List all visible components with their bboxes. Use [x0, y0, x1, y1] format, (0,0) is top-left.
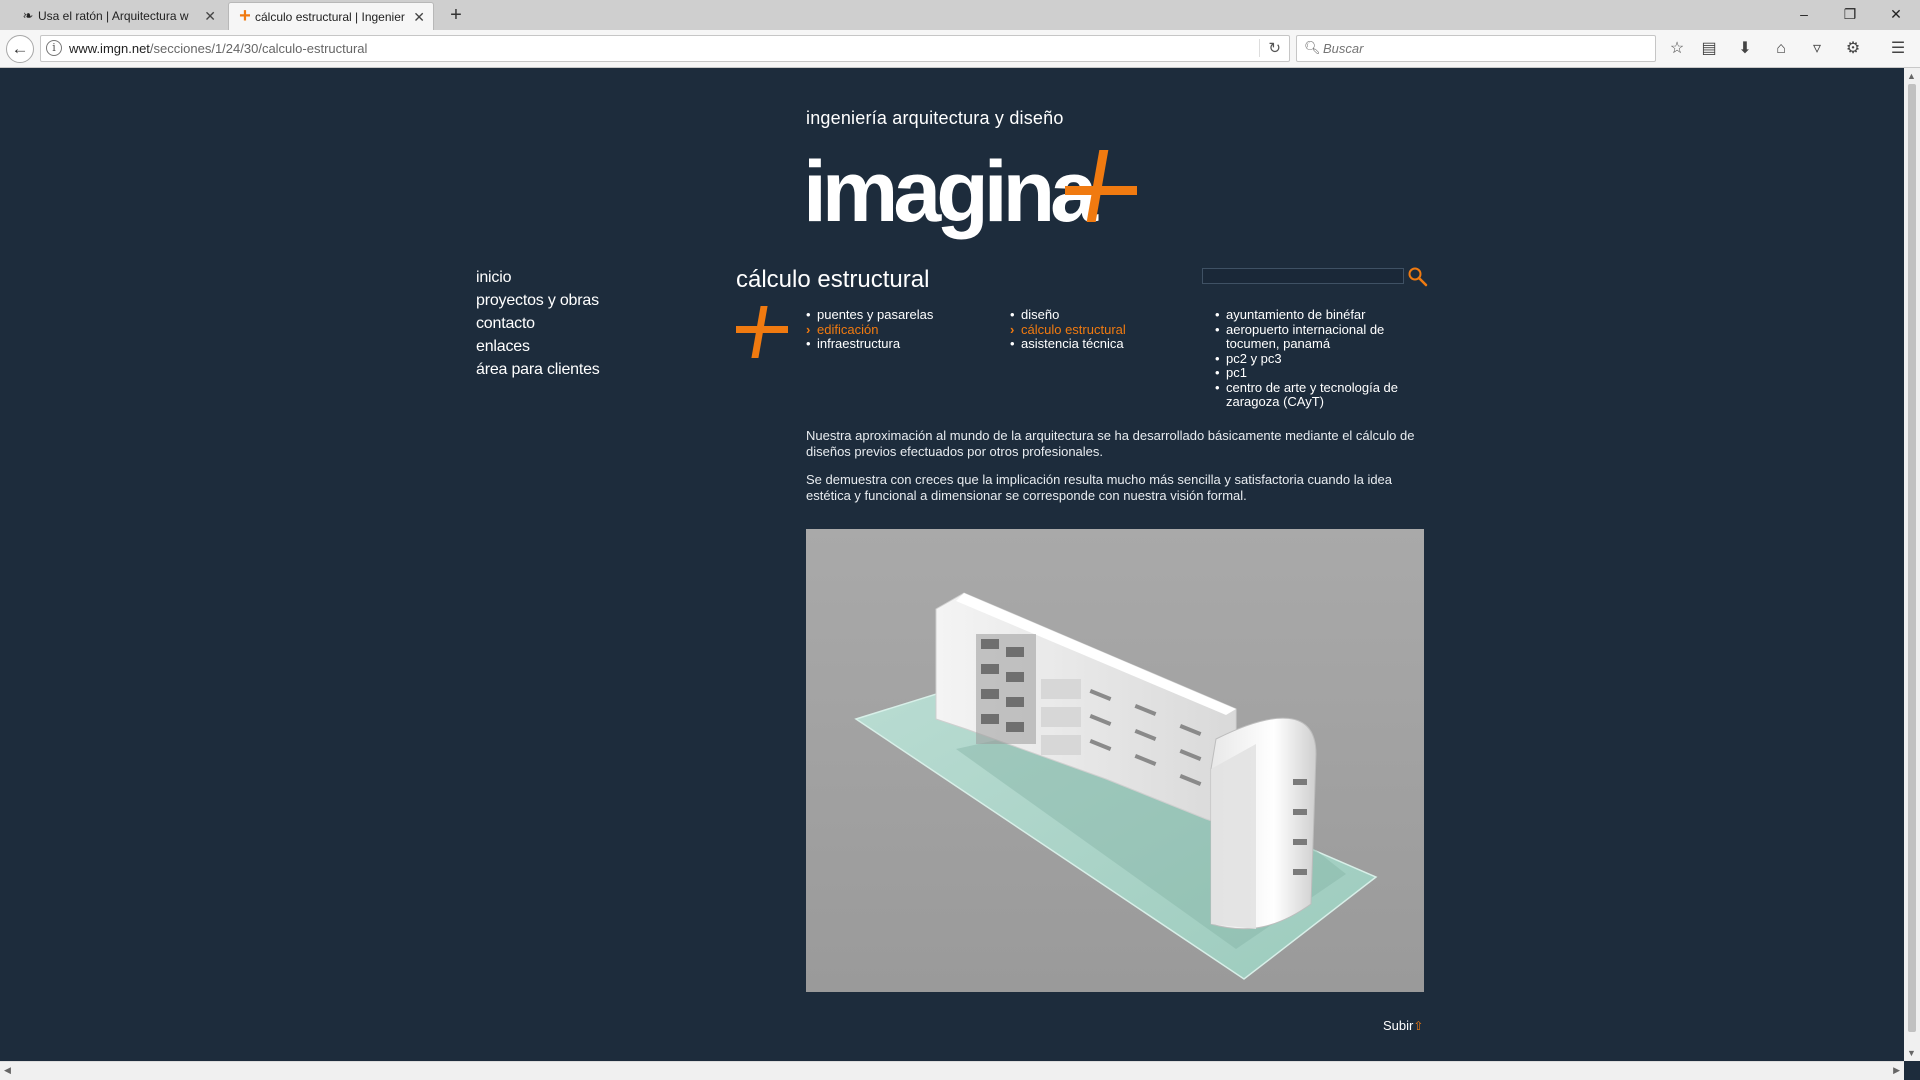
category-item-infraestructura[interactable]: infraestructura [806, 336, 1006, 352]
category-item-puentes[interactable]: puentes y pasarelas [806, 307, 1006, 323]
site-search-input[interactable] [1202, 268, 1404, 284]
search-icon: 🔍︎ [1304, 40, 1321, 55]
tab-title: cálculo estructural | Ingenier [255, 9, 405, 24]
description-paragraph-1: Nuestra aproximación al mundo de la arqu… [806, 428, 1415, 459]
scroll-left-icon[interactable]: ◀ [4, 1065, 11, 1076]
nav-enlaces[interactable]: enlaces [476, 335, 600, 358]
project-item[interactable]: aeropuerto internacional de tocumen, pan… [1215, 322, 1420, 352]
nav-area-para-clientes[interactable]: área para clientes [476, 358, 600, 381]
project-item[interactable]: pc1 [1215, 365, 1420, 381]
back-to-top-label: Subir [1383, 1018, 1414, 1033]
reload-icon[interactable]: ↻ [1259, 39, 1281, 57]
scroll-up-icon[interactable]: ▲ [1907, 71, 1916, 81]
project-item[interactable]: centro de arte y tecnología de zaragoza … [1215, 380, 1420, 410]
category-list: puentes y pasarelas edificación infraest… [806, 307, 1006, 352]
close-tab-icon[interactable]: ✕ [413, 9, 425, 26]
reading-list-icon[interactable]: ▤ [1698, 39, 1720, 61]
tab-usa-el-raton[interactable]: ❧ Usa el ratón | Arquitectura w ✕ [12, 2, 224, 30]
bookmark-star-icon[interactable]: ☆ [1666, 39, 1688, 61]
scroll-thumb[interactable] [1908, 84, 1916, 1032]
scroll-right-icon[interactable]: ▶ [1893, 1065, 1900, 1076]
project-item[interactable]: ayuntamiento de binéfar [1215, 307, 1420, 323]
browser-search-bar[interactable]: 🔍︎ [1296, 35, 1656, 62]
minimize-icon[interactable]: – [1782, 0, 1826, 30]
tab-calculo-estructural[interactable]: + cálculo estructural | Ingenier ✕ [228, 2, 434, 30]
restore-icon[interactable]: ❐ [1828, 0, 1872, 30]
service-list: diseño cálculo estructural asistencia té… [1010, 307, 1210, 352]
url-host: www.imgn.net [69, 41, 150, 56]
site-logo[interactable]: imagina [803, 142, 1143, 242]
description-paragraph-2: Se demuestra con creces que la implicaci… [806, 472, 1393, 503]
logo-wordmark: imagina [803, 144, 1098, 240]
service-item-diseno[interactable]: diseño [1010, 307, 1210, 323]
plus-icon: + [239, 5, 251, 27]
project-item[interactable]: pc2 y pc3 [1215, 351, 1420, 367]
search-icon[interactable] [1407, 266, 1429, 288]
extension-icon[interactable]: ⚙ [1842, 39, 1864, 61]
project-list: ayuntamiento de binéfar aeropuerto inter… [1215, 307, 1420, 410]
main-navigation: inicio proyectos y obras contacto enlace… [476, 266, 600, 381]
category-item-edificacion[interactable]: edificación [806, 322, 1006, 338]
close-window-icon[interactable]: ✕ [1874, 0, 1918, 30]
nav-inicio[interactable]: inicio [476, 266, 600, 289]
back-button[interactable]: ← [6, 35, 34, 63]
building-render-image [806, 529, 1424, 992]
download-icon[interactable]: ⬇ [1734, 39, 1756, 61]
address-bar[interactable]: i www.imgn.net/secciones/1/24/30/calculo… [40, 35, 1290, 62]
section-title: cálculo estructural [736, 266, 930, 293]
horizontal-scrollbar[interactable]: ◀ ▶ [0, 1061, 1904, 1080]
url-path: /secciones/1/24/30/calculo-estructural [149, 41, 368, 56]
url-text[interactable]: www.imgn.net/secciones/1/24/30/calculo-e… [69, 41, 367, 56]
arrow-up-icon: ⇧ [1413, 1019, 1424, 1033]
back-to-top-link[interactable]: Subir⇧ [1383, 1018, 1423, 1033]
scroll-down-icon[interactable]: ▼ [1907, 1048, 1916, 1058]
site-info-icon[interactable]: i [46, 40, 62, 56]
menu-icon[interactable]: ☰ [1887, 39, 1909, 61]
service-item-calculo-estructural[interactable]: cálculo estructural [1010, 322, 1210, 338]
bird-icon: ❧ [22, 8, 34, 23]
browser-search-input[interactable] [1323, 39, 1643, 58]
site-tagline: ingeniería arquitectura y diseño [806, 108, 1064, 128]
tab-strip: ❧ Usa el ratón | Arquitectura w ✕ + cálc… [0, 0, 1920, 30]
vertical-scrollbar[interactable]: ▲ ▼ [1904, 68, 1920, 1061]
navigation-toolbar: ← i www.imgn.net/secciones/1/24/30/calcu… [0, 30, 1920, 68]
service-item-asistencia-tecnica[interactable]: asistencia técnica [1010, 336, 1210, 352]
pocket-icon[interactable]: ▿ [1806, 39, 1828, 61]
tab-title: Usa el ratón | Arquitectura w [38, 9, 189, 23]
close-tab-icon[interactable]: ✕ [204, 8, 216, 25]
building-render-drawing [854, 592, 1378, 980]
home-icon[interactable]: ⌂ [1770, 39, 1792, 61]
new-tab-button[interactable]: + [444, 3, 468, 27]
nav-contacto[interactable]: contacto [476, 312, 600, 335]
page-content: ingeniería arquitectura y diseño imagina… [0, 68, 1904, 1061]
nav-proyectos-y-obras[interactable]: proyectos y obras [476, 289, 600, 312]
